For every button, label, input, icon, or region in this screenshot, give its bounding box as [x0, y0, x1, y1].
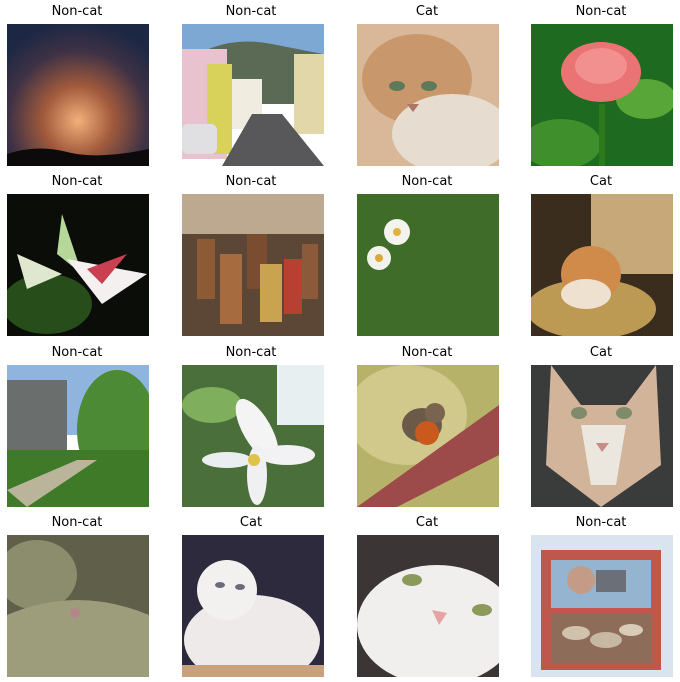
tabby-cat-closeup-image: [357, 24, 499, 166]
cat-face-image: [531, 365, 673, 507]
image-label: Cat: [589, 174, 613, 189]
image-label: Cat: [415, 4, 439, 19]
robin-bird-image: [357, 365, 499, 507]
image-label: Non-cat: [225, 174, 277, 189]
daisies-on-grass-image: [357, 194, 499, 336]
red-rose-image: [531, 24, 673, 166]
image-label: Non-cat: [401, 345, 453, 360]
garden-path-image: [7, 365, 149, 507]
white-flower-image: [182, 365, 324, 507]
image-label: Non-cat: [51, 174, 103, 189]
image-label: Cat: [589, 345, 613, 360]
image-label: Non-cat: [575, 515, 627, 530]
image-label: Non-cat: [225, 4, 277, 19]
image-label: Non-cat: [401, 174, 453, 189]
image-label: Cat: [239, 515, 263, 530]
cat-on-cushion-image: [531, 194, 673, 336]
drums-image: [182, 194, 324, 336]
white-lily-image: [7, 194, 149, 336]
white-fluffy-cat-image: [182, 535, 324, 677]
photo-box-image: [531, 535, 673, 677]
sunset-clouds-image: [7, 24, 149, 166]
image-label: Non-cat: [225, 345, 277, 360]
image-label: Non-cat: [575, 4, 627, 19]
image-label: Non-cat: [51, 4, 103, 19]
image-label: Cat: [415, 515, 439, 530]
moth-leaf-image: [7, 535, 149, 677]
white-cat-closeup-image: [357, 535, 499, 677]
image-label: Non-cat: [51, 515, 103, 530]
street-image: [182, 24, 324, 166]
image-label: Non-cat: [51, 345, 103, 360]
